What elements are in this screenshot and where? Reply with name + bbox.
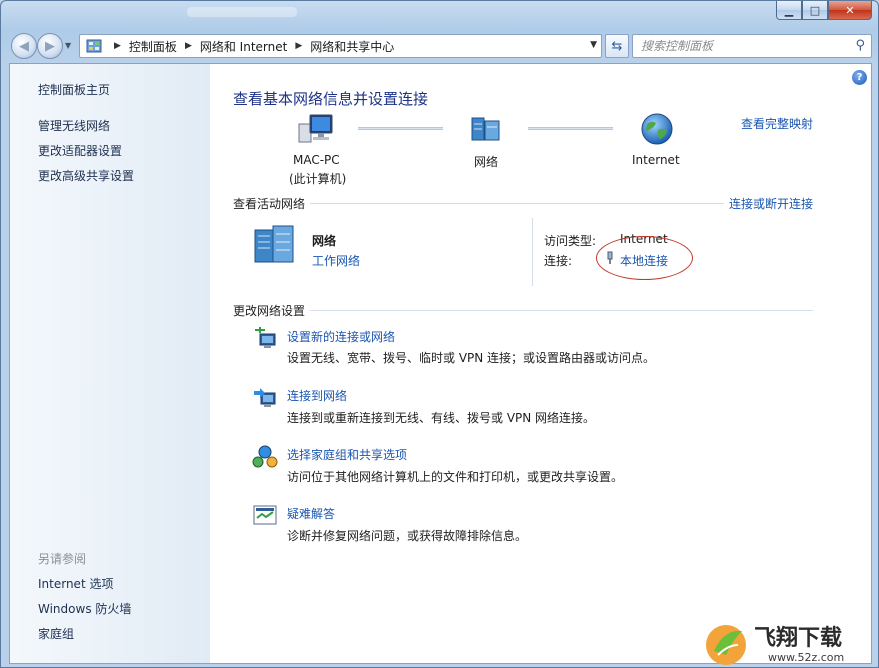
new-connection-icon (255, 327, 276, 348)
homegroup-sharing-icon (252, 445, 278, 468)
breadcrumb-network-internet[interactable]: 网络和 Internet (200, 38, 287, 55)
breadcrumb: ▶ 控制面板 ▶ 网络和 Internet ▶ 网络和共享中心 (106, 38, 394, 55)
main-panel: ? 查看基本网络信息并设置连接 查看完整映射 MAC-PC (此计算机) 网络 … (210, 64, 871, 663)
window-frame: ▁ □ ✕ ◀ ▶ ▼ ▶ 控制面板 ▶ 网络和 Internet ▶ 网络和共… (0, 0, 879, 668)
refresh-icon: ⇆ (611, 38, 623, 54)
feixiang-logo-icon: 飞翔下载 www.52z.com (706, 625, 844, 665)
search-box: ⚲ (632, 34, 872, 58)
see-also-internet-options[interactable]: Internet 选项 (38, 575, 113, 592)
connect-to-network-link[interactable]: 连接到网络 (287, 387, 347, 404)
troubleshoot-icon (253, 505, 277, 525)
maximize-button[interactable]: □ (802, 1, 828, 20)
forward-button[interactable]: ▶ (37, 33, 63, 59)
back-arrow-icon: ◀ (19, 38, 29, 54)
watermark-brand: 飞翔下载 (754, 625, 842, 651)
address-dropdown-icon[interactable]: ▼ (590, 40, 597, 50)
watermark: 飞翔下载 www.52z.com (702, 615, 878, 667)
caption-buttons: ▁ □ ✕ (776, 1, 872, 20)
troubleshoot-desc: 诊断并修复网络问题，或获得故障排除信息。 (287, 529, 528, 543)
see-also-homegroup[interactable]: 家庭组 (38, 625, 74, 642)
sidebar-item-control-panel-home[interactable]: 控制面板主页 (38, 81, 110, 98)
back-button[interactable]: ◀ (11, 33, 37, 59)
breadcrumb-network-sharing-center[interactable]: 网络和共享中心 (310, 38, 394, 55)
search-icon[interactable]: ⚲ (855, 38, 865, 53)
refresh-button[interactable]: ⇆ (605, 34, 629, 58)
sidebar-item-manage-wireless[interactable]: 管理无线网络 (38, 117, 110, 134)
page-title: 查看基本网络信息并设置连接 (233, 90, 429, 108)
troubleshoot-link[interactable]: 疑难解答 (287, 505, 335, 522)
network-building-icon (254, 225, 294, 263)
breadcrumb-separator-icon[interactable]: ▶ (185, 41, 192, 51)
network-icon[interactable] (469, 114, 503, 144)
network-label: 网络 (474, 155, 499, 169)
homegroup-sharing-desc: 访问位于其他网络计算机上的文件和打印机，或更改共享设置。 (287, 470, 624, 484)
window-title-blur (187, 7, 297, 17)
address-bar[interactable]: ▶ 控制面板 ▶ 网络和 Internet ▶ 网络和共享中心 ▼ (79, 34, 602, 58)
connect-to-network-icon (254, 388, 276, 407)
navigation-bar: ◀ ▶ ▼ ▶ 控制面板 ▶ 网络和 Internet ▶ 网络和共享中心 ▼ … (9, 33, 872, 59)
control-panel-icon (86, 39, 102, 53)
divider (532, 218, 533, 286)
internet-label: Internet (632, 153, 680, 167)
active-networks-heading: 查看活动网络 (233, 197, 306, 211)
close-button[interactable]: ✕ (828, 1, 872, 20)
view-full-map-link[interactable]: 查看完整映射 (741, 115, 813, 132)
connection-line (528, 127, 613, 130)
computer-subtitle: (此计算机) (289, 172, 347, 186)
setup-new-connection-link[interactable]: 设置新的连接或网络 (287, 328, 395, 345)
connections-label: 连接: (544, 254, 573, 268)
search-input[interactable] (633, 35, 833, 57)
recent-pages-dropdown[interactable]: ▼ (65, 41, 71, 50)
divider (310, 203, 724, 204)
connection-line (358, 127, 443, 130)
connect-disconnect-link[interactable]: 连接或断开连接 (729, 195, 813, 212)
computer-name: MAC-PC (293, 153, 340, 167)
sidebar: 控制面板主页 管理无线网络 更改适配器设置 更改高级共享设置 另请参阅 Inte… (10, 64, 210, 663)
minimize-button[interactable]: ▁ (776, 1, 802, 20)
setup-new-connection-desc: 设置无线、宽带、拨号、临时或 VPN 连接；或设置路由器或访问点。 (287, 351, 656, 365)
watermark-url: www.52z.com (768, 651, 844, 664)
internet-globe-icon[interactable] (640, 112, 674, 146)
computer-icon[interactable] (297, 112, 337, 146)
change-settings-heading: 更改网络设置 (233, 304, 306, 318)
breadcrumb-control-panel[interactable]: 控制面板 (129, 38, 177, 55)
sidebar-item-advanced-sharing[interactable]: 更改高级共享设置 (38, 167, 134, 184)
content-area: 控制面板主页 管理无线网络 更改适配器设置 更改高级共享设置 另请参阅 Inte… (9, 63, 872, 664)
homegroup-sharing-link[interactable]: 选择家庭组和共享选项 (287, 446, 407, 463)
network-type-link[interactable]: 工作网络 (312, 252, 360, 269)
see-also-windows-firewall[interactable]: Windows 防火墙 (38, 600, 131, 617)
breadcrumb-separator-icon[interactable]: ▶ (114, 41, 121, 51)
forward-arrow-icon: ▶ (45, 38, 55, 54)
sidebar-item-change-adapter[interactable]: 更改适配器设置 (38, 142, 122, 159)
divider (310, 310, 813, 311)
access-type-label: 访问类型: (544, 234, 597, 248)
highlight-circle (596, 236, 693, 280)
help-icon[interactable]: ? (852, 70, 867, 85)
active-network-name: 网络 (312, 234, 337, 248)
connect-to-network-desc: 连接到或重新连接到无线、有线、拨号或 VPN 网络连接。 (287, 411, 596, 425)
see-also-heading: 另请参阅 (38, 552, 87, 566)
breadcrumb-separator-icon[interactable]: ▶ (295, 41, 302, 51)
